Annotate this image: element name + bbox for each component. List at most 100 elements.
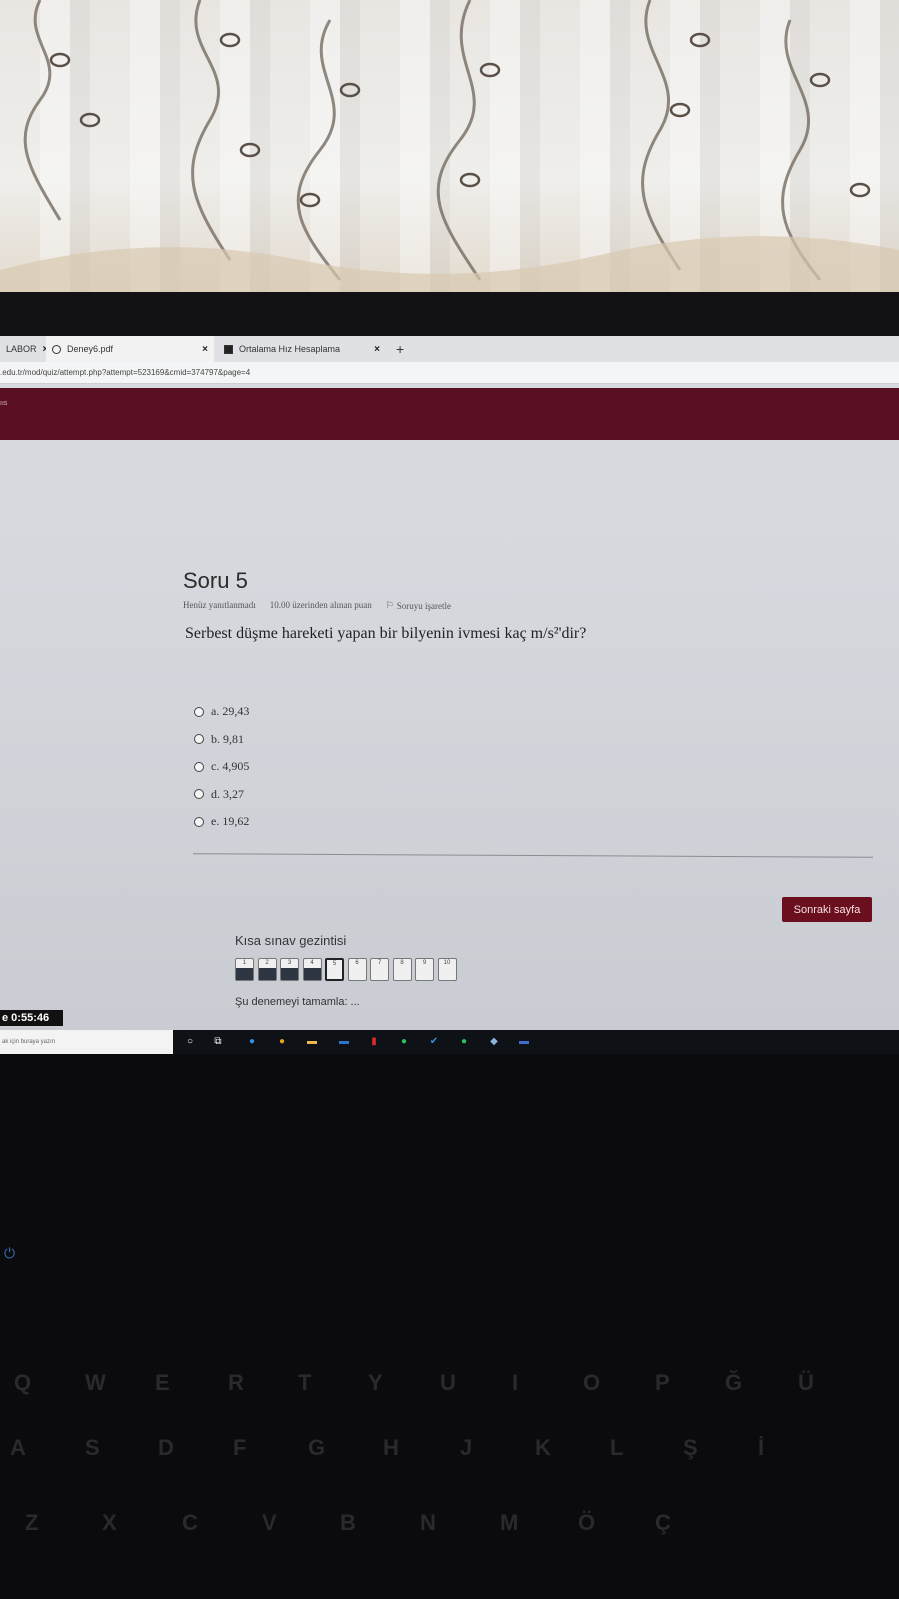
- quiz-nav-item-4[interactable]: 4: [302, 958, 322, 981]
- quiz-nav-item-5[interactable]: 5: [325, 958, 344, 981]
- quiz-nav-number: 3: [287, 960, 292, 966]
- next-page-button[interactable]: Sonraki sayfa: [782, 897, 872, 922]
- answer-option-b[interactable]: b. 9,81: [194, 726, 249, 754]
- quiz-nav-item-3[interactable]: 3: [280, 958, 299, 981]
- answer-option-e[interactable]: e. 19,62: [194, 808, 249, 836]
- key: N: [420, 1510, 436, 1535]
- answer-label: b. 9,81: [211, 731, 244, 746]
- curtain-background: [0, 0, 899, 300]
- radio-button[interactable]: [194, 734, 204, 745]
- quiz-nav-number: 4: [310, 960, 314, 966]
- answer-option-d[interactable]: d. 3,27: [194, 781, 249, 809]
- close-icon[interactable]: ×: [374, 344, 380, 355]
- quiz-nav-item-8[interactable]: 8: [392, 958, 412, 981]
- radio-button[interactable]: [194, 761, 204, 772]
- key: R: [228, 1370, 244, 1395]
- finish-attempt-link[interactable]: Şu denemeyi tamamla: ...: [235, 996, 360, 1008]
- key: H: [383, 1435, 399, 1460]
- flag-icon: ⚐: [385, 600, 394, 610]
- key: C: [182, 1510, 198, 1535]
- curtain-pattern: [0, 0, 899, 300]
- close-icon[interactable]: ×: [202, 344, 208, 355]
- radio-button[interactable]: [194, 816, 204, 827]
- flag-label: Soruyu işaretle: [396, 600, 452, 611]
- question-text: Serbest düşme hareketi yapan bir bilyeni…: [185, 625, 587, 642]
- quiz-nav-item-10[interactable]: 10: [437, 958, 457, 981]
- section-divider: [193, 853, 873, 858]
- key: Q: [14, 1370, 32, 1395]
- browser-tab-bar: LABOR × Deney6.pdf × Ortalama Hız Hesapl…: [0, 336, 899, 362]
- key: Ç: [655, 1510, 671, 1535]
- quiz-nav-item-2[interactable]: 2: [257, 958, 277, 981]
- question-title: Soru 5: [183, 568, 248, 593]
- flag-question-link[interactable]: ⚐ Soruyu işaretle: [386, 600, 451, 611]
- quiz-nav-number: 5: [332, 961, 337, 967]
- key: Z: [25, 1510, 39, 1535]
- key: E: [155, 1370, 170, 1395]
- quiz-navigation-title: Kısa sınav gezintisi: [235, 933, 347, 948]
- key: X: [102, 1510, 117, 1535]
- app-icon[interactable]: ▬: [518, 1035, 530, 1047]
- question-points: 10.00 üzerinden alınan puan: [269, 600, 372, 610]
- tab-label: LABOR: [6, 344, 37, 354]
- answer-label: d. 3,27: [211, 786, 244, 801]
- chrome-icon[interactable]: ●: [276, 1035, 288, 1047]
- quiz-nav-number: 2: [265, 960, 269, 966]
- key: D: [158, 1435, 174, 1460]
- quiz-nav-number: 7: [377, 960, 382, 966]
- new-tab-button[interactable]: +: [396, 341, 404, 357]
- mail-icon[interactable]: ▬: [338, 1035, 350, 1047]
- answer-label: c. 4,905: [211, 759, 250, 774]
- key: L: [610, 1435, 624, 1460]
- store-icon[interactable]: ◆: [488, 1035, 500, 1047]
- tab-ortalama-hiz[interactable]: Ortalama Hız Hesaplama ×: [218, 336, 386, 362]
- todo-icon[interactable]: ✔: [428, 1035, 440, 1047]
- quiz-nav-number: 9: [422, 960, 427, 966]
- key: F: [233, 1435, 247, 1460]
- quiz-nav-item-1[interactable]: 1: [235, 958, 254, 981]
- taskbar-search-input[interactable]: ak için buraya yazın: [0, 1030, 173, 1054]
- address-bar[interactable]: .edu.tr/mod/quiz/attempt.php?attempt=523…: [0, 362, 899, 384]
- edge-icon[interactable]: ●: [246, 1035, 258, 1047]
- tab-label: Ortalama Hız Hesaplama: [239, 344, 341, 354]
- quiz-nav-number: 8: [400, 960, 404, 966]
- key: B: [340, 1510, 356, 1535]
- key: W: [85, 1370, 106, 1395]
- answer-list: a. 29,43 b. 9,81 c. 4,905 d. 3,27 e. 19,…: [194, 698, 249, 836]
- key: Ü: [798, 1370, 814, 1395]
- cortana-icon[interactable]: ○: [184, 1035, 196, 1047]
- answer-option-a[interactable]: a. 29,43: [194, 698, 249, 726]
- quiz-nav-item-7[interactable]: 7: [370, 958, 389, 981]
- quiz-nav-item-9[interactable]: 9: [415, 958, 434, 981]
- key: G: [308, 1435, 326, 1460]
- answer-label: e. 19,62: [211, 814, 250, 829]
- key: Ğ: [725, 1370, 743, 1395]
- keyboard: Q W E R T Y U I O P Ğ Ü A S D F G H J K …: [0, 1130, 899, 1599]
- tab-deney6[interactable]: Deney6.pdf ×: [46, 336, 214, 362]
- office-icon[interactable]: ▮: [368, 1035, 380, 1047]
- site-navbar-label[interactable]: ııs: [0, 400, 7, 407]
- app-icon: [224, 344, 233, 354]
- quiz-navigation-grid: 1 2 3 4 5 6 7 8 9 10: [235, 958, 457, 981]
- whatsapp-icon[interactable]: ●: [398, 1035, 410, 1047]
- file-explorer-icon[interactable]: ▬: [306, 1035, 318, 1047]
- task-view-icon[interactable]: ⧉: [212, 1035, 224, 1047]
- tab-labor[interactable]: LABOR ×: [0, 336, 48, 362]
- laptop-screen: LABOR × Deney6.pdf × Ortalama Hız Hesapl…: [0, 336, 899, 1054]
- question-status: Henüz yanıtlanmadı: [183, 600, 256, 610]
- quiz-timer: e 0:55:46: [0, 1010, 63, 1026]
- radio-button[interactable]: [194, 789, 204, 800]
- radio-button[interactable]: [194, 706, 204, 717]
- key: M: [500, 1510, 519, 1535]
- key: A: [10, 1435, 26, 1460]
- spotify-icon[interactable]: ●: [458, 1035, 470, 1047]
- quiz-nav-number: 10: [443, 960, 451, 966]
- quiz-nav-number: 1: [242, 960, 247, 966]
- taskbar: ak için buraya yazın ○ ⧉ ● ● ▬ ▬ ▮ ● ✔ ●…: [0, 1030, 899, 1054]
- answer-option-c[interactable]: c. 4,905: [194, 753, 249, 781]
- answer-label: a. 29,43: [211, 704, 250, 719]
- tab-label: Deney6.pdf: [67, 344, 114, 354]
- key: Y: [368, 1370, 383, 1395]
- key: T: [298, 1370, 312, 1395]
- quiz-nav-item-6[interactable]: 6: [347, 958, 367, 981]
